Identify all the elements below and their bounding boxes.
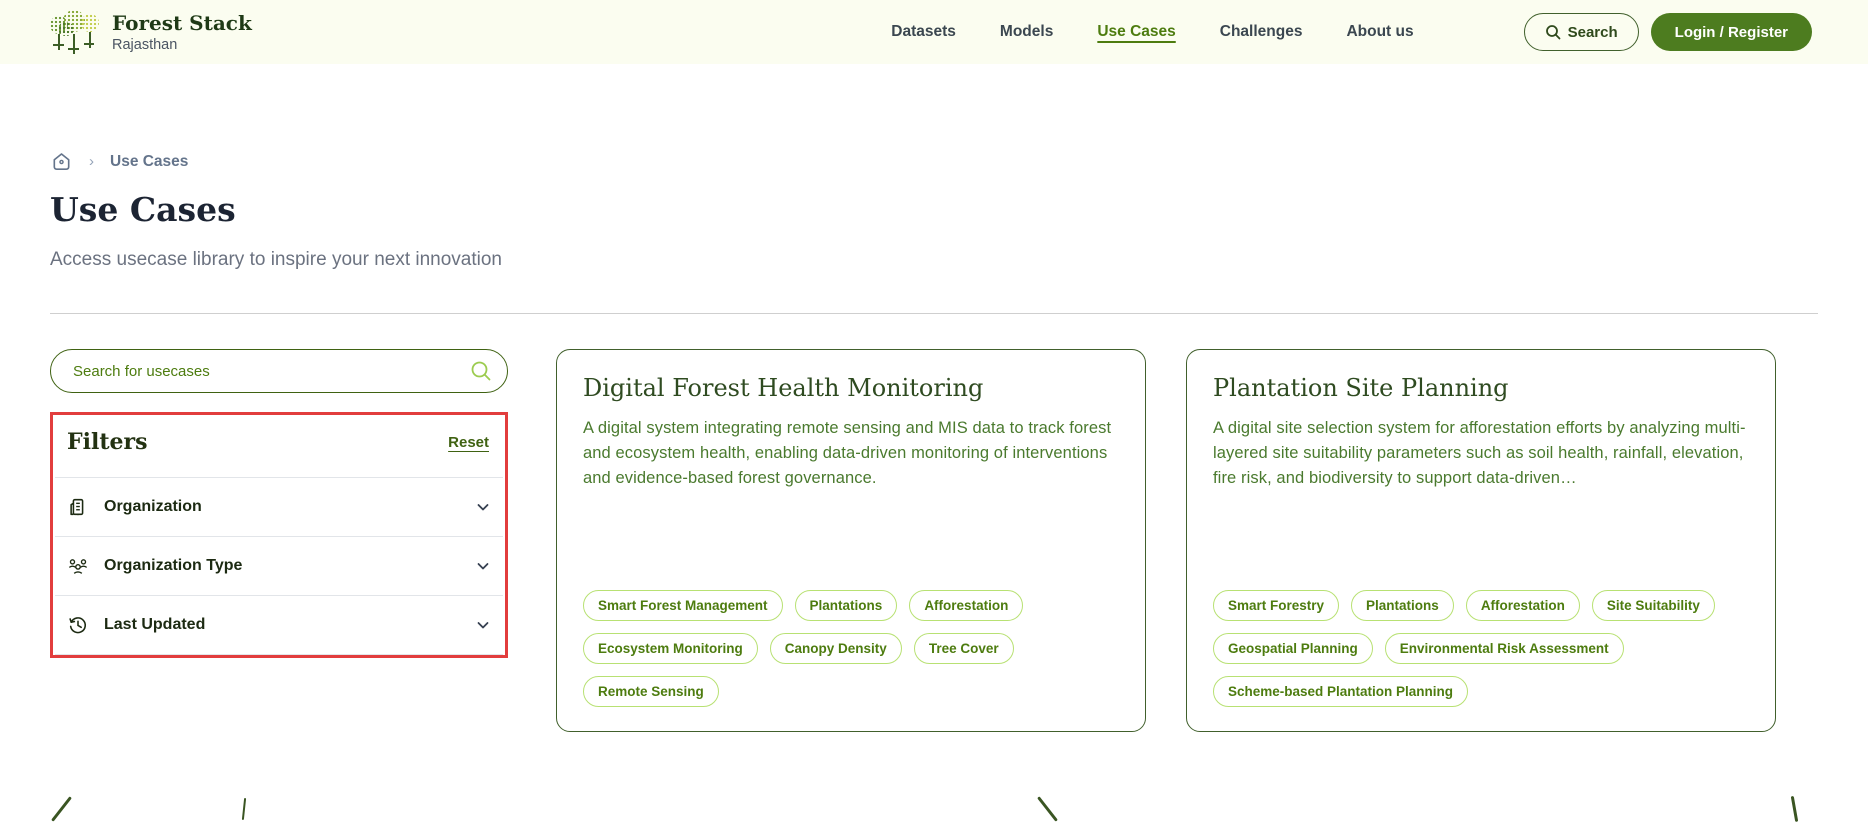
history-icon <box>67 614 89 636</box>
usecase-tag[interactable]: Smart Forest Management <box>583 590 783 621</box>
usecase-tag[interactable]: Scheme-based Plantation Planning <box>1213 676 1468 707</box>
chevron-down-icon[interactable] <box>475 499 491 515</box>
divider <box>55 654 503 655</box>
group-icon <box>67 555 89 577</box>
building-icon <box>67 496 89 518</box>
filter-row[interactable]: Organization <box>53 478 505 536</box>
carousel-prev-arrow-partial[interactable] <box>51 796 72 821</box>
brand-title: Forest Stack <box>112 12 252 35</box>
nav-item[interactable]: Datasets <box>891 23 956 41</box>
clipped-content-stroke <box>242 798 246 820</box>
usecase-tag[interactable]: Plantations <box>1351 590 1454 621</box>
usecase-tag[interactable]: Tree Cover <box>914 633 1014 664</box>
usecase-tag[interactable]: Site Suitability <box>1592 590 1715 621</box>
nav-item[interactable]: About us <box>1346 23 1413 41</box>
breadcrumb: › Use Cases <box>50 150 188 173</box>
filter-label: Organization Type <box>104 557 460 575</box>
usecase-tag[interactable]: Ecosystem Monitoring <box>583 633 758 664</box>
filters-sidebar: Filters Reset <box>50 349 508 658</box>
carousel-next-arrow-partial[interactable] <box>1037 796 1058 821</box>
header-search-label: Search <box>1568 24 1618 41</box>
login-register-button[interactable]: Login / Register <box>1651 13 1812 51</box>
nav-item[interactable]: Challenges <box>1220 23 1303 41</box>
usecase-tag-list: Smart Forestry Plantations Afforestation… <box>1213 590 1749 707</box>
section-divider <box>50 313 1818 314</box>
filter-label: Last Updated <box>104 616 460 634</box>
filters-title: Filters <box>67 429 147 455</box>
chevron-down-icon[interactable] <box>475 617 491 633</box>
filters-reset-link[interactable]: Reset <box>448 434 489 451</box>
chevron-down-icon[interactable] <box>475 558 491 574</box>
usecase-tag[interactable]: Afforestation <box>1466 590 1580 621</box>
page-subtitle: Access usecase library to inspire your n… <box>50 249 502 271</box>
filter-label: Organization <box>104 498 460 516</box>
usecase-tag[interactable]: Geospatial Planning <box>1213 633 1373 664</box>
nav-item[interactable]: Use Cases <box>1097 23 1175 41</box>
page-title: Use Cases <box>50 190 236 229</box>
usecase-card-description: A digital site selection system for affo… <box>1213 416 1749 490</box>
usecase-card-title: Plantation Site Planning <box>1213 374 1749 402</box>
usecase-tag[interactable]: Environmental Risk Assessment <box>1385 633 1624 664</box>
usecase-card[interactable]: Plantation Site Planning A digital site … <box>1186 349 1776 732</box>
usecase-tag[interactable]: Afforestation <box>909 590 1023 621</box>
forest-stack-logo-icon <box>50 8 100 56</box>
filter-list: Organization <box>53 478 505 655</box>
search-icon <box>1545 24 1561 40</box>
header-search-button[interactable]: Search <box>1524 13 1639 51</box>
usecase-tag[interactable]: Smart Forestry <box>1213 590 1339 621</box>
home-icon[interactable] <box>50 150 73 173</box>
main-nav: Datasets Models Use Cases Challenges Abo… <box>891 23 1413 41</box>
filter-row[interactable]: Last Updated <box>53 596 505 654</box>
usecase-search-input[interactable] <box>50 349 508 393</box>
usecase-card-description: A digital system integrating remote sens… <box>583 416 1119 490</box>
brand-subtitle: Rajasthan <box>112 37 252 53</box>
usecase-card-title: Digital Forest Health Monitoring <box>583 374 1119 402</box>
usecase-tag[interactable]: Remote Sensing <box>583 676 719 707</box>
usecase-tag-list: Smart Forest Management Plantations Affo… <box>583 590 1119 707</box>
brand-logo-block[interactable]: Forest Stack Rajasthan <box>50 8 252 56</box>
search-icon <box>470 360 492 382</box>
filter-row[interactable]: Organization Type <box>53 537 505 595</box>
usecase-card[interactable]: Digital Forest Health Monitoring A digit… <box>556 349 1146 732</box>
nav-item[interactable]: Models <box>1000 23 1053 41</box>
top-header: Forest Stack Rajasthan Datasets Models U… <box>0 0 1868 64</box>
breadcrumb-chevron-icon: › <box>89 153 94 170</box>
breadcrumb-current[interactable]: Use Cases <box>110 153 188 171</box>
filters-panel-highlighted: Filters Reset <box>50 412 508 658</box>
usecase-tag[interactable]: Plantations <box>795 590 898 621</box>
usecase-tag[interactable]: Canopy Density <box>770 633 902 664</box>
clipped-content-stroke <box>1791 796 1798 822</box>
